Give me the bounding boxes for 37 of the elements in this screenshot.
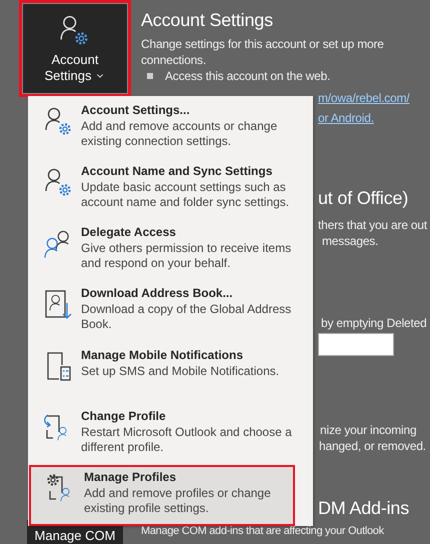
menu-item[interactable]: Manage Profiles Add and remove profiles or change existing profile settings. — [29, 464, 295, 526]
account-settings-button[interactable]: Account Settings — [19, 0, 131, 97]
menu-item-title: Manage Profiles — [84, 468, 178, 485]
bullet-text: Access this account on the web. — [165, 68, 330, 84]
menu-item-title: Download Address Book... — [81, 285, 234, 302]
menu-item-title: Manage Mobile Notifications — [81, 346, 244, 363]
menu-item-description: Give others permission to receive items and respond on your behalf. — [81, 241, 292, 272]
menu-item[interactable]: Change Profile Restart Microsoft Outlook and choose a different profile. — [28, 406, 313, 467]
section-description: Change settings for this account or set up more connections. — [141, 36, 385, 68]
web-link[interactable]: or Android. — [318, 110, 374, 126]
menu-item-description: Add and remove accounts or change existing connection settings. — [81, 119, 278, 149]
section-description: nize your incoming — [319, 422, 418, 438]
menu-item-title: Account Settings... — [81, 102, 191, 118]
section-description: messages. — [321, 233, 380, 249]
section-description: by emptying Deleted — [320, 315, 428, 331]
menu-item[interactable]: Delegate Access Give others permission to receive items and respond on your behalf. — [28, 222, 313, 284]
menu-item[interactable]: Download Address Book... Download a copy of the Global Address Book. — [28, 283, 313, 345]
section-title: Account Settings — [141, 9, 274, 32]
menu-item[interactable]: Account Name and Sync Settings Update basic account settings such as account name and folder sync settings. — [28, 161, 313, 222]
section-heading: DM Add-ins — [318, 497, 410, 520]
menu-item-title: Account Name and Sync Settings — [81, 163, 274, 180]
menu-item-title: Delegate Access — [81, 224, 177, 240]
menu-item-title: Change Profile — [81, 408, 167, 424]
section-heading: ut of Office) — [318, 187, 410, 210]
menu-item-description: Update basic account settings such as account name and folder sync settings. — [81, 180, 290, 210]
web-link[interactable]: m/owa/rebel.com/ — [318, 90, 410, 106]
input-field[interactable] — [318, 333, 394, 356]
section-description: hanged, or removed. — [318, 438, 427, 454]
bullet-icon — [147, 73, 153, 79]
menu-item-description: Restart Microsoft Outlook and choose a different profile. — [81, 424, 293, 455]
menu-item-description: Add and remove profiles or change existing profile settings. — [84, 486, 272, 516]
menu-item[interactable]: Account Settings... Add and remove accounts or change existing connection settings. — [28, 100, 313, 162]
section-description: Manage COM add-ins that are affecting your Outlook — [141, 524, 385, 539]
menu-item[interactable]: Manage Mobile Notifications Set up SMS and Mobile Notifications. — [28, 344, 313, 406]
menu-item-description: Download a copy of the Global Address Book. — [81, 302, 292, 332]
section-description: thers that you are out — [318, 217, 428, 233]
menu-item-description: Set up SMS and Mobile Notifications. — [81, 364, 280, 379]
